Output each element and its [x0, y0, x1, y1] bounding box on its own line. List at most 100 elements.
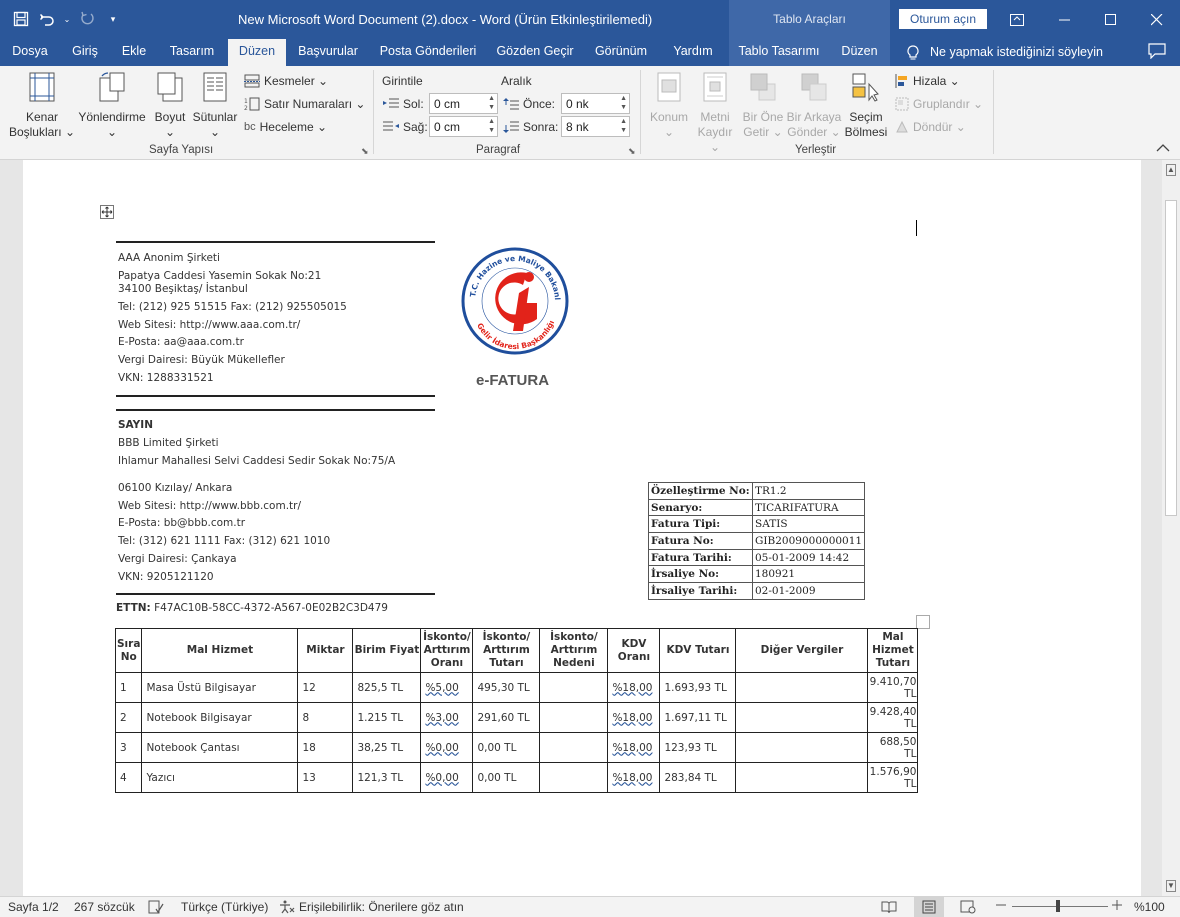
spinner-icon[interactable]: ▲ ▼	[488, 117, 495, 135]
tell-me-box[interactable]: Ne yapmak istediğinizi söyleyin	[906, 39, 1103, 66]
undo-dropdown-icon[interactable]: ⌄	[62, 9, 72, 29]
table-row: İrsaliye Tarihi: 02-01-2009	[648, 582, 866, 600]
line-numbers-icon: 12	[244, 97, 260, 111]
spinner-icon[interactable]: ▲ ▼	[620, 117, 627, 135]
indent-left-input[interactable]: 0 cm ▲ ▼	[429, 93, 498, 114]
orientation-button[interactable]: Yönlendirme ⌄	[76, 72, 148, 140]
scroll-down-icon[interactable]: ▼	[1166, 880, 1176, 892]
table-resize-handle[interactable]	[916, 615, 930, 629]
cell: %18,00	[607, 732, 661, 763]
tab-posta-gonderileri[interactable]: Posta Gönderileri	[374, 39, 482, 66]
tab-dosya[interactable]: Dosya	[0, 39, 60, 66]
cell: 825,5 TL	[352, 672, 422, 703]
spinner-icon[interactable]: ▲ ▼	[620, 94, 627, 112]
ettn-label: ETTN:	[116, 602, 151, 614]
tab-gozden-gecir[interactable]: Gözden Geçir	[490, 39, 580, 66]
sender-top-rule	[116, 241, 435, 243]
maximize-icon[interactable]	[1088, 0, 1134, 39]
col-header: Sıra No	[114, 628, 143, 673]
zoom-slider-thumb[interactable]	[1056, 900, 1060, 912]
group-button[interactable]: Gruplandır ⌄	[895, 97, 983, 111]
cell: %18,00	[607, 672, 661, 703]
undo-icon[interactable]	[36, 9, 58, 29]
web-layout-icon[interactable]	[960, 900, 976, 914]
close-icon[interactable]	[1134, 0, 1180, 39]
sender-line-6: E-Posta: aa@aaa.com.tr	[118, 336, 244, 348]
scroll-up-icon[interactable]: ▲	[1166, 164, 1176, 176]
line-numbers-button[interactable]: 12 Satır Numaraları ⌄	[244, 97, 365, 111]
signin-button[interactable]: Oturum açın	[899, 9, 987, 29]
align-button[interactable]: Hizala ⌄	[895, 74, 960, 88]
position-button[interactable]: Konum ⌄	[646, 72, 692, 140]
margins-button[interactable]: Kenar Boşlukları ⌄	[8, 72, 76, 140]
redo-icon[interactable]	[76, 9, 98, 29]
indent-left-label: Sol:	[383, 97, 424, 111]
info-key: Senaryo:	[648, 498, 753, 517]
indent-right-input[interactable]: 0 cm ▲ ▼	[429, 116, 498, 137]
size-button[interactable]: Boyut ⌄	[150, 72, 190, 140]
cell	[735, 762, 869, 793]
paragraph-launcher-icon[interactable]: ⬊	[628, 146, 636, 157]
selection-pane-button[interactable]: Seçim Bölmesi	[843, 72, 889, 140]
document-page[interactable]: AAA Anonim Şirketi Papatya Caddesi Yasem…	[23, 160, 1141, 896]
selection-pane-label-2: Bölmesi	[844, 125, 888, 139]
spinner-icon[interactable]: ▲ ▼	[488, 94, 495, 112]
tab-gorunum[interactable]: Görünüm	[586, 39, 656, 66]
tab-tasarim[interactable]: Tasarım	[158, 39, 226, 66]
zoom-in-icon[interactable]	[1112, 900, 1122, 910]
spacing-before-input[interactable]: 0 nk ▲ ▼	[561, 93, 630, 114]
tab-tablo-duzen[interactable]: Düzen	[829, 39, 890, 66]
cell: 3	[114, 732, 143, 763]
sender-line-7: Vergi Dairesi: Büyük Mükellefler	[118, 354, 285, 366]
word-count[interactable]: 267 sözcük	[74, 900, 135, 914]
read-mode-icon[interactable]	[881, 900, 897, 914]
tab-ekle[interactable]: Ekle	[110, 39, 158, 66]
columns-button[interactable]: Sütunlar ⌄	[190, 72, 240, 140]
bring-forward-button[interactable]: Bir Öne Getir ⌄	[740, 72, 786, 140]
page-setup-launcher-icon[interactable]: ⬊	[361, 146, 369, 157]
tab-giris[interactable]: Giriş	[60, 39, 110, 66]
proofing-icon[interactable]	[148, 900, 164, 914]
zoom-level[interactable]: %100	[1134, 900, 1165, 914]
buyer-line-1: BBB Limited Şirketi	[118, 437, 219, 449]
ribbon-display-icon[interactable]	[994, 0, 1040, 39]
tab-yardim[interactable]: Yardım	[664, 39, 722, 66]
wrap-text-button[interactable]: Metni Kaydır ⌄	[692, 72, 738, 155]
indent-left-value: 0 cm	[434, 97, 461, 111]
save-icon[interactable]	[10, 9, 32, 29]
sender-bottom-rule	[116, 395, 435, 397]
tab-tablo-tasarimi[interactable]: Tablo Tasarımı	[729, 39, 829, 66]
accessibility-icon	[280, 900, 295, 914]
scroll-thumb[interactable]	[1165, 200, 1177, 516]
spacing-before-text: Önce:	[523, 97, 556, 111]
cell: 2	[114, 702, 143, 733]
print-layout-icon[interactable]	[914, 897, 944, 917]
breaks-label: Kesmeler ⌄	[264, 74, 329, 88]
buyer-top-rule	[116, 409, 435, 411]
zoom-out-icon[interactable]	[996, 900, 1006, 910]
breaks-button[interactable]: Kesmeler ⌄	[244, 74, 328, 88]
accessibility-status[interactable]: Erişilebilirlik: Önerilere göz atın	[279, 900, 464, 914]
orientation-arrow: ⌄	[106, 125, 118, 139]
send-backward-button[interactable]: Bir Arkaya Gönder ⌄	[786, 72, 842, 140]
comments-icon[interactable]	[1148, 43, 1166, 62]
cell-text: %3,00	[425, 711, 459, 724]
tab-basvurular[interactable]: Başvurular	[290, 39, 366, 66]
vertical-scrollbar[interactable]: ▲ ▼	[1162, 160, 1180, 896]
page-count[interactable]: Sayfa 1/2	[8, 900, 59, 914]
svg-text:2: 2	[244, 105, 248, 111]
language-indicator[interactable]: Türkçe (Türkiye)	[181, 900, 268, 914]
minimize-icon[interactable]	[1042, 0, 1088, 39]
customize-qat-icon[interactable]: ▾	[102, 9, 124, 29]
ribbon-separator	[373, 70, 374, 154]
collapse-ribbon-icon[interactable]	[1156, 142, 1170, 156]
spacing-after-input[interactable]: 8 nk ▲ ▼	[561, 116, 630, 137]
tab-duzen[interactable]: Düzen	[228, 39, 286, 66]
zoom-slider[interactable]	[1012, 906, 1108, 907]
cell: 13	[297, 762, 354, 793]
rotate-button[interactable]: Döndür ⌄	[895, 120, 966, 134]
cell: 1.215 TL	[352, 702, 422, 733]
table-move-handle-icon[interactable]	[100, 205, 114, 222]
sender-line-8: VKN: 1288331521	[118, 372, 214, 384]
hyphenation-button[interactable]: bc Heceleme ⌄	[244, 120, 327, 134]
